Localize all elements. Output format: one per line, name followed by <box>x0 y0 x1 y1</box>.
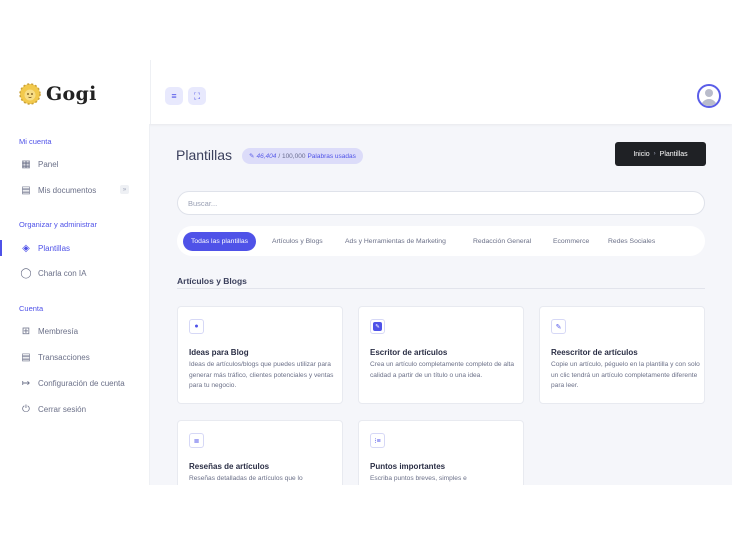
category-tabs: Todas las plantillas Artículos y Blogs A… <box>177 226 705 256</box>
template-card-blog-ideas[interactable]: ● Ideas para Blog Ideas de artículos/blo… <box>177 306 343 404</box>
sidebar-item-label: Membresía <box>38 326 79 336</box>
sidebar-item-label: Charla con IA <box>38 268 87 278</box>
card-description: Escriba puntos breves, simples e <box>370 475 467 482</box>
template-card-article-rewriter[interactable]: ✎ Reescritor de artículos Copie un artíc… <box>539 306 705 404</box>
page-title: Plantillas <box>176 147 233 163</box>
edit-icon: ✎ <box>555 323 562 331</box>
card-title: Puntos importantes <box>370 462 446 471</box>
sidebar: Mi cuenta ▦ Panel ▤ Mis documentos » Org… <box>0 124 150 485</box>
sidebar-item-panel[interactable]: ▦ Panel <box>0 154 150 174</box>
sidebar-item-account-settings[interactable]: ↦ Configuración de cuenta <box>0 373 150 393</box>
gift-icon: ⊞ <box>21 325 31 337</box>
usage-badge: ✎ 46,404 / 100,000 Palabras usadas <box>242 148 363 164</box>
power-icon: ⏻ <box>22 403 30 415</box>
sidebar-section-title: Cuenta <box>19 304 44 313</box>
grid-icon: ▦ <box>21 158 31 170</box>
card-description: Reseñas detalladas de artículos que lo <box>189 475 303 482</box>
usage-unit: Palabras usadas <box>307 152 356 160</box>
card-description: Copie un artículo, péguelo en la plantil… <box>551 361 700 389</box>
expand-badge[interactable]: » <box>120 185 129 194</box>
tab-ads-marketing[interactable]: Ads y Herramientas de Marketing <box>345 232 446 251</box>
sidebar-item-label: Configuración de cuenta <box>38 378 125 388</box>
pencil-square-icon: ✎ <box>373 322 382 331</box>
login-icon: ↦ <box>21 377 31 389</box>
search-input[interactable]: Buscar... <box>177 191 705 215</box>
section-title: Artículos y Blogs <box>177 276 247 286</box>
tab-articles-blogs[interactable]: Artículos y Blogs <box>272 232 323 251</box>
pencil-icon: ✎ <box>249 153 255 160</box>
list-bullets-icon: ⁝≡ <box>374 437 381 445</box>
top-bar: Gogi ≡ ⛶ <box>0 60 732 124</box>
fullscreen-button[interactable]: ⛶ <box>188 87 206 105</box>
sidebar-item-logout[interactable]: ⏻ Cerrar sesión <box>0 399 150 419</box>
sidebar-item-documents[interactable]: ▤ Mis documentos » <box>0 180 150 200</box>
section-divider <box>177 288 705 289</box>
menu-icon: ≡ <box>171 91 177 101</box>
receipt-icon: ▤ <box>21 351 31 363</box>
template-card-article-writer[interactable]: ✎ Escritor de artículos Crea un artículo… <box>358 306 524 404</box>
sidebar-item-templates[interactable]: ◈ Plantillas <box>0 238 150 258</box>
sidebar-item-membership[interactable]: ⊞ Membresía <box>0 321 150 341</box>
fullscreen-icon: ⛶ <box>193 90 201 101</box>
logo[interactable]: Gogi <box>18 82 97 106</box>
avatar[interactable] <box>697 84 721 108</box>
chevron-right-icon: › <box>653 151 656 157</box>
breadcrumb-home[interactable]: Inicio <box>633 151 649 158</box>
lion-logo-icon <box>19 83 41 105</box>
sidebar-section-title: Organizar y administrar <box>19 220 97 229</box>
divider <box>150 60 151 124</box>
app-frame: Gogi ≡ ⛶ Mi cuenta ▦ Panel ▤ Mis documen… <box>0 60 732 485</box>
sidebar-item-label: Mis documentos <box>38 185 97 195</box>
card-description: Ideas de artículos/blogs que puedes util… <box>189 361 334 389</box>
card-title: Reseñas de artículos <box>189 462 270 471</box>
sidebar-item-label: Cerrar sesión <box>38 404 87 414</box>
breadcrumb: Inicio › Plantillas <box>615 142 706 166</box>
breadcrumb-current: Plantillas <box>659 150 688 158</box>
sidebar-item-chat[interactable]: ◯ Charla con IA <box>0 263 150 283</box>
tab-general-writing[interactable]: Redacción General <box>473 232 531 251</box>
card-title: Reescritor de artículos <box>551 348 638 357</box>
usage-total: / 100,000 <box>278 152 306 160</box>
avatar-head <box>705 89 713 97</box>
card-icon: ≣ <box>189 433 204 448</box>
card-icon: ✎ <box>370 319 385 334</box>
list-icon: ≣ <box>193 437 200 445</box>
sidebar-item-label: Panel <box>38 159 59 169</box>
card-description: Crea un artículo completamente completo … <box>370 361 515 379</box>
template-card-key-points[interactable]: ⁝≡ Puntos importantes Escriba puntos bre… <box>358 420 524 485</box>
avatar-body <box>701 99 717 106</box>
card-title: Escritor de artículos <box>370 348 448 357</box>
card-icon: ● <box>189 319 204 334</box>
layers-icon: ◈ <box>22 242 30 254</box>
document-icon: ▤ <box>21 184 31 196</box>
chat-icon: ◯ <box>20 267 32 279</box>
tab-all-templates[interactable]: Todas las plantillas <box>183 232 257 251</box>
sidebar-section-title: Mi cuenta <box>19 137 52 146</box>
sidebar-item-transactions[interactable]: ▤ Transacciones <box>0 347 150 367</box>
tab-social-media[interactable]: Redes Sociales <box>608 232 655 251</box>
card-icon: ⁝≡ <box>370 433 385 448</box>
usage-used: 46,404 <box>256 152 277 160</box>
menu-toggle-button[interactable]: ≡ <box>165 87 183 105</box>
template-card-article-reviews[interactable]: ≣ Reseñas de artículos Reseñas detallada… <box>177 420 343 485</box>
tab-ecommerce[interactable]: Ecommerce <box>553 232 589 251</box>
chat-bubble-icon: ● <box>194 323 199 330</box>
sidebar-item-label: Plantillas <box>38 243 71 253</box>
sidebar-item-label: Transacciones <box>38 352 90 362</box>
card-title: Ideas para Blog <box>189 348 249 357</box>
card-icon: ✎ <box>551 319 566 334</box>
app-name: Gogi <box>46 83 97 105</box>
